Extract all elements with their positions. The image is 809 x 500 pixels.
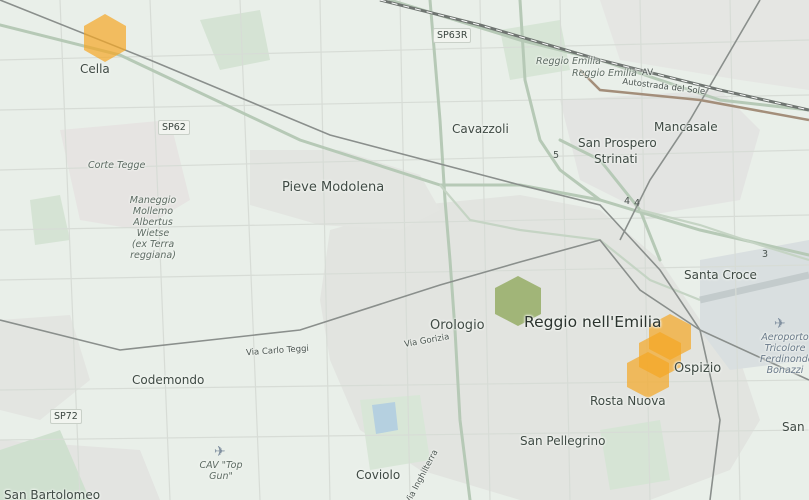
label-strinati: Strinati <box>594 152 638 166</box>
label-santa-croce: Santa Croce <box>684 268 757 282</box>
road-shield-sp62: SP62 <box>158 120 190 135</box>
airfield-icon: ✈ <box>214 444 226 460</box>
road-number-5: 5 <box>553 150 560 161</box>
label-pieve-modolena: Pieve Modolena <box>282 180 385 195</box>
label-reggio-nellemilia: Reggio nell'Emilia <box>524 313 662 331</box>
map-base-layer <box>0 0 809 500</box>
label-mancasale: Mancasale <box>654 120 718 134</box>
airport-icon: ✈ <box>774 316 786 332</box>
label-cav: CAV "Top Gun" <box>199 460 243 482</box>
label-aeroporto: Aeroporto Tricolore Ferdinondo Bonazzi <box>760 332 809 376</box>
road-number-3: 3 <box>762 249 769 260</box>
green-area-1 <box>200 10 270 70</box>
label-san-bartolomeo: San Bartolomeo <box>4 488 101 500</box>
road-number-4b: 4 <box>634 198 641 209</box>
label-maneggio: Maneggio Mollemo Albertus Wietse (ex Ter… <box>129 195 177 261</box>
label-orologio: Orologio <box>430 318 485 333</box>
green-area-6 <box>600 420 670 490</box>
road-shield-sp72: SP72 <box>50 409 82 424</box>
label-cavazzoli: Cavazzoli <box>452 122 509 136</box>
road-shield-sp63r: SP63R <box>433 28 472 43</box>
water-pond <box>372 402 398 434</box>
label-coviolo: Coviolo <box>356 468 401 482</box>
label-ospizio: Ospizio <box>674 361 722 376</box>
label-codemondo: Codemondo <box>132 373 205 387</box>
label-reggio-emilia-station: Reggio Emilia <box>536 56 601 67</box>
map-canvas[interactable]: Cella Cavazzoli Reggio Emilia Reggio Emi… <box>0 0 809 500</box>
label-corte-tegge: Corte Tegge <box>88 160 146 171</box>
label-cella: Cella <box>80 62 110 76</box>
label-av: AV <box>642 68 654 78</box>
label-san-m: San M <box>782 420 809 434</box>
label-san-pellegrino: San Pellegrino <box>520 434 606 448</box>
road-number-4a: 4 <box>624 196 631 207</box>
green-area-3 <box>30 195 70 245</box>
label-rosta-nuova: Rosta Nuova <box>590 394 666 408</box>
label-san-prospero: San Prospero <box>578 136 657 150</box>
